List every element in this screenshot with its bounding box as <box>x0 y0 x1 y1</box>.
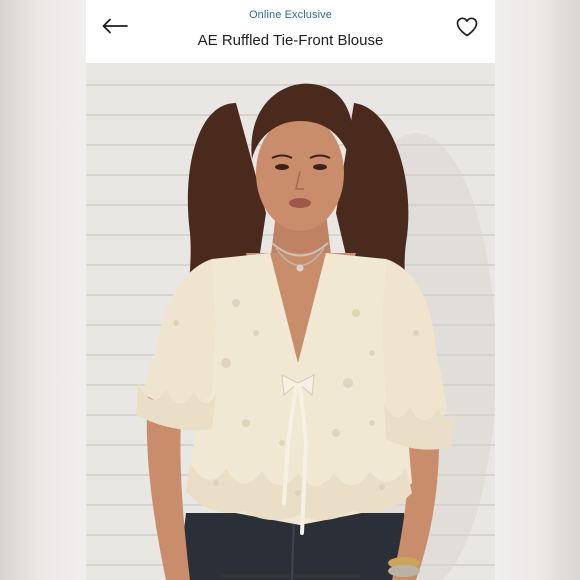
favorite-button[interactable] <box>454 14 480 40</box>
product-header: Online Exclusive AE Ruffled Tie-Front Bl… <box>86 0 495 63</box>
background-right <box>495 0 580 580</box>
product-title: AE Ruffled Tie-Front Blouse <box>197 32 384 49</box>
online-exclusive-badge: Online Exclusive <box>249 9 332 21</box>
product-photo-illustration <box>86 63 495 580</box>
background-left <box>0 0 86 580</box>
heart-outline-icon <box>456 17 478 37</box>
product-image[interactable] <box>86 63 495 580</box>
app-screen: Online Exclusive AE Ruffled Tie-Front Bl… <box>86 0 495 580</box>
home-indicator <box>220 574 360 578</box>
